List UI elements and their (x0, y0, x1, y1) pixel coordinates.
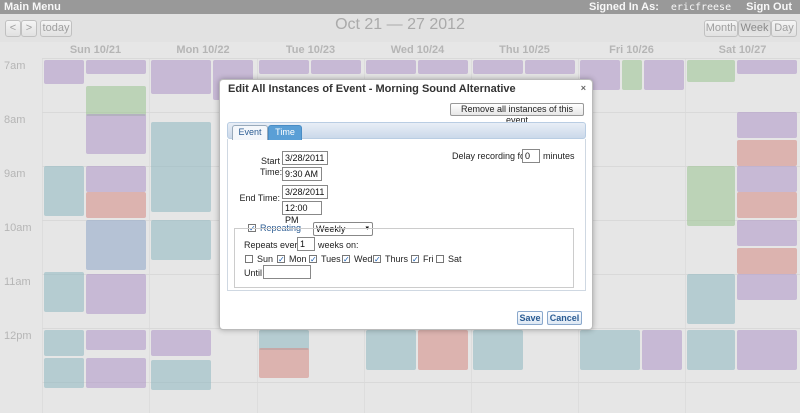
weekday-label: Thurs (385, 254, 409, 264)
tab-event[interactable]: Event (232, 125, 268, 140)
weekday-checkbox-fri[interactable]: ✓ (411, 255, 419, 264)
weeks-on-label: weeks on: (318, 240, 359, 250)
weekday-checkbox-sat[interactable] (436, 255, 444, 263)
until-date-input[interactable] (263, 265, 311, 279)
weekday-label: Wed (354, 254, 373, 264)
weekday-checkbox-sun[interactable] (245, 255, 253, 263)
edit-event-dialog: Edit All Instances of Event - Morning So… (219, 79, 593, 330)
end-date-input[interactable]: 3/28/2011 (282, 185, 328, 199)
save-button[interactable]: Save (517, 311, 543, 325)
repeats-every-label: Repeats every (244, 240, 303, 250)
tab-time[interactable]: Time (268, 125, 302, 140)
dialog-title: Edit All Instances of Event - Morning So… (228, 83, 516, 95)
weekday-label: Sun (257, 254, 274, 264)
weekday-checkbox-wed[interactable]: ✓ (342, 255, 350, 264)
end-time-label: End Time: (239, 193, 280, 203)
repeats-every-input[interactable]: 1 (297, 237, 315, 251)
weekday-label: Fri (423, 254, 434, 264)
weekday-checkbox-thurs[interactable]: ✓ (373, 255, 381, 264)
delay-unit-label: minutes (543, 151, 575, 161)
weekday-checkbox-tues[interactable]: ✓ (309, 255, 317, 264)
start-time-input[interactable]: 9:30 AM (282, 167, 322, 181)
weekday-label: Tues (321, 254, 341, 264)
dialog-tabs: Event Time (227, 122, 586, 140)
weekday-label: Mon (289, 254, 307, 264)
weekday-checkbox-mon[interactable]: ✓ (277, 255, 285, 264)
start-time-label: Start Time: (260, 156, 283, 177)
cancel-button[interactable]: Cancel (547, 311, 582, 325)
end-time-input[interactable]: 12:00 PM (282, 201, 322, 225)
delay-minutes-input[interactable]: 0 (522, 149, 540, 163)
start-date-input[interactable]: 3/28/2011 (282, 151, 328, 165)
delay-recording-label: Delay recording for (452, 151, 529, 161)
until-label: Until (244, 268, 263, 278)
close-icon[interactable]: × (581, 83, 586, 93)
remove-all-instances-button[interactable]: Remove all instances of this event (450, 103, 584, 125)
weekday-label: Sat (448, 254, 462, 264)
